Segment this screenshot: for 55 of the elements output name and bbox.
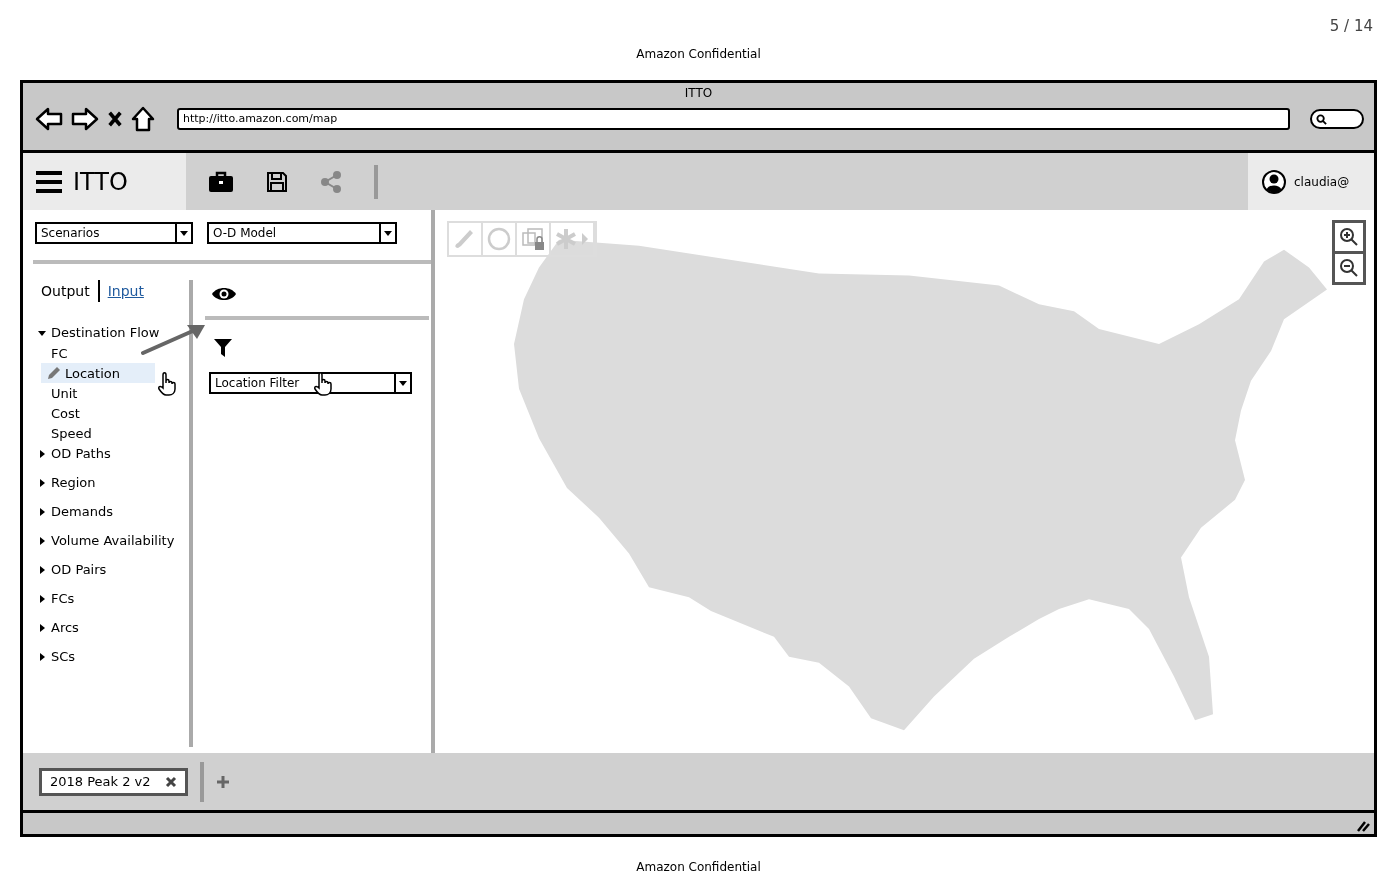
caret-icon	[379, 224, 395, 242]
caret-right-icon	[37, 564, 47, 575]
resize-handle-icon[interactable]	[1356, 820, 1370, 832]
caret-icon	[394, 374, 410, 392]
tree-item[interactable]: Region	[37, 472, 189, 493]
briefcase-icon[interactable]	[208, 170, 234, 193]
tree-item[interactable]: SCs	[37, 646, 189, 667]
hand-cursor-icon	[313, 372, 333, 396]
close-icon	[164, 775, 177, 788]
caret-right-icon	[37, 448, 47, 459]
add-icon[interactable]	[215, 774, 230, 789]
tree-item[interactable]: Demands	[37, 501, 189, 522]
home-icon[interactable]	[131, 106, 155, 132]
tree-item[interactable]: Volume Availability	[37, 530, 189, 551]
search-icon	[1316, 113, 1327, 125]
caret-right-icon	[37, 477, 47, 488]
filter-icon[interactable]	[213, 338, 233, 358]
confidential-label: Amazon Confidential	[636, 860, 761, 874]
tree-item[interactable]: FC	[37, 343, 159, 363]
tree-item[interactable]: Destination Flow	[37, 322, 189, 343]
tab[interactable]: Input	[107, 283, 144, 299]
tree-item[interactable]: Cost	[37, 403, 159, 423]
close-icon[interactable]	[107, 109, 123, 129]
caret-right-icon	[37, 593, 47, 604]
dropdown[interactable]: Scenarios	[35, 222, 193, 244]
hand-cursor-icon	[157, 372, 177, 396]
tree-item[interactable]: Unit	[37, 383, 159, 403]
tree-item[interactable]: Arcs	[37, 617, 189, 638]
scenario-tab[interactable]: 2018 Peak 2 v2	[39, 767, 188, 796]
confidential-label: Amazon Confidential	[635, 47, 762, 61]
pencil-icon	[47, 366, 61, 380]
back-icon[interactable]	[35, 107, 63, 131]
caret-icon	[175, 224, 191, 242]
caret-right-icon	[37, 651, 47, 662]
tree-item[interactable]: Location	[41, 363, 155, 383]
tree-item[interactable]: FCs	[37, 588, 189, 609]
eye-icon[interactable]	[211, 286, 237, 302]
address-field[interactable]: http://itto.amazon.com/map	[177, 108, 1290, 130]
caret-right-icon	[37, 506, 47, 517]
dropdown[interactable]: Location Filter	[209, 372, 412, 394]
caret-right-icon	[37, 535, 47, 546]
tab[interactable]: Output	[41, 283, 90, 299]
forward-icon[interactable]	[71, 107, 99, 131]
window-title: ITTO	[683, 85, 714, 102]
tree-item[interactable]: OD Paths	[37, 443, 189, 464]
search-field[interactable]	[1310, 109, 1364, 129]
caret-right-icon	[37, 622, 47, 633]
tree-item[interactable]: Speed	[37, 423, 159, 443]
avatar-icon[interactable]	[1262, 169, 1286, 194]
page-number: 5 / 14	[1329, 17, 1373, 35]
menu-icon[interactable]	[35, 169, 63, 194]
app-title: ITTO	[73, 167, 128, 196]
dropdown[interactable]: O-D Model	[207, 222, 397, 244]
tree-item[interactable]: OD Pairs	[37, 559, 189, 580]
user-name: claudia@	[1294, 174, 1350, 189]
